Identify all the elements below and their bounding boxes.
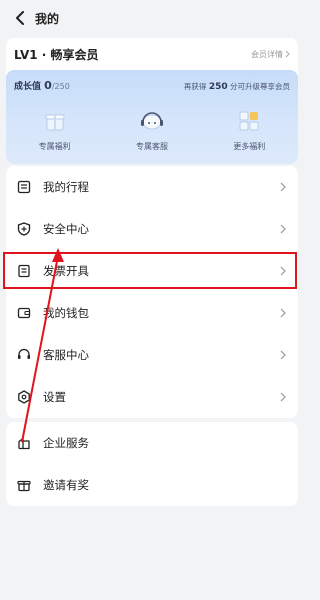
member-card: LV1 · 畅享会员 会员详情 成长值 0/250 再获得 250 分可升级尊享… (6, 38, 298, 164)
gift-icon (16, 477, 32, 493)
main-menu-card: 我的行程 安全中心 发票开具 我的钱包 客服中心 设置 (6, 166, 298, 418)
menu-label: 我的行程 (43, 180, 89, 194)
back-icon[interactable] (9, 6, 33, 30)
growth-total: /250 (51, 82, 70, 91)
growth-panel: 成长值 0/250 再获得 250 分可升级尊享会员 专属福利 专属客服 更多福… (6, 70, 298, 164)
upgrade-prefix: 再获得 (183, 82, 207, 91)
customer-service-icon (139, 108, 165, 134)
menu-label: 设置 (43, 390, 66, 404)
growth-value: 成长值 0/250 (14, 79, 70, 92)
chevron-right-icon (278, 224, 288, 234)
menu-label: 邀请有奖 (43, 478, 89, 492)
menu-item-enterprise-service[interactable]: 企业服务 (6, 422, 298, 464)
menu-item-my-trips[interactable]: 我的行程 (6, 166, 298, 208)
menu-label: 客服中心 (43, 348, 89, 362)
upgrade-points: 250 (208, 82, 228, 92)
chevron-right-icon (278, 350, 288, 360)
menu-item-security-center[interactable]: 安全中心 (6, 208, 298, 250)
chevron-right-icon (285, 50, 290, 58)
member-detail-label: 会员详情 (251, 49, 283, 59)
wallet-icon (16, 305, 32, 321)
member-detail-link[interactable]: 会员详情 (251, 49, 290, 60)
chevron-right-icon (278, 308, 288, 318)
grid-more-icon (236, 108, 262, 134)
member-level: LV1 · 畅享会员 (14, 47, 99, 62)
highlight-box (3, 252, 297, 289)
perk-exclusive-benefits[interactable]: 专属福利 (6, 108, 103, 152)
trip-list-icon (16, 179, 32, 195)
menu-item-customer-service[interactable]: 客服中心 (6, 334, 298, 376)
perk-more-benefits[interactable]: 更多福利 (201, 108, 298, 152)
upgrade-hint: 再获得 250 分可升级尊享会员 (184, 81, 290, 92)
growth-label: 成长值 (14, 82, 42, 92)
shield-icon (16, 221, 32, 237)
top-bar: 我的 (0, 0, 304, 36)
menu-item-settings[interactable]: 设置 (6, 376, 298, 418)
menu-item-invite-reward[interactable]: 邀请有奖 (6, 464, 298, 506)
extra-menu-card: 企业服务 邀请有奖 (6, 422, 298, 506)
headset-icon (16, 347, 32, 363)
perk-label: 更多福利 (233, 142, 266, 151)
building-icon (16, 435, 32, 451)
menu-label: 我的钱包 (43, 306, 89, 320)
perk-label: 专属福利 (38, 142, 71, 151)
perk-exclusive-service[interactable]: 专属客服 (103, 108, 200, 152)
menu-label: 安全中心 (43, 222, 89, 236)
upgrade-suffix: 分可升级尊享会员 (230, 82, 290, 91)
menu-label: 企业服务 (43, 436, 89, 450)
growth-number: 0 (44, 79, 52, 92)
gift-box-icon (42, 108, 68, 134)
page-title: 我的 (35, 11, 60, 26)
menu-item-wallet[interactable]: 我的钱包 (6, 292, 298, 334)
perk-label: 专属客服 (135, 142, 168, 151)
chevron-right-icon (278, 392, 288, 402)
chevron-right-icon (278, 182, 288, 192)
settings-icon (16, 389, 32, 405)
